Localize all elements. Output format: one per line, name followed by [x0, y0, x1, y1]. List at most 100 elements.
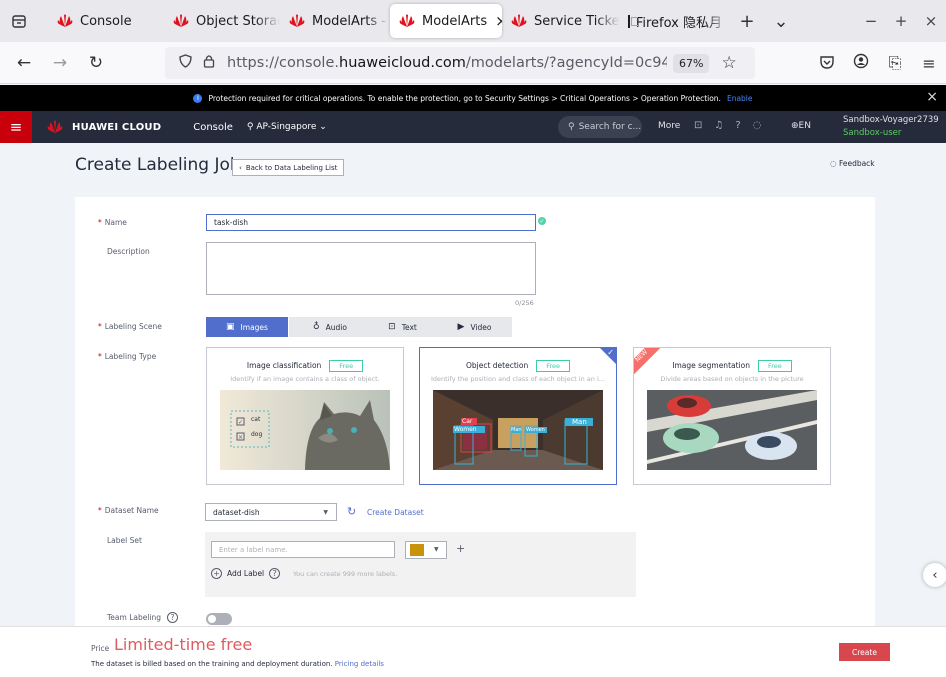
label-name-input[interactable]: Enter a label name.	[211, 541, 395, 558]
service-list-menu-icon[interactable]: ≡	[0, 111, 32, 143]
label-color-picker[interactable]: ▼	[405, 541, 447, 559]
bookmark-star-icon[interactable]: ☆	[721, 53, 736, 73]
forward-arrow-icon[interactable]: →	[42, 53, 78, 73]
service-ticket-icon[interactable]: ◌	[753, 120, 762, 131]
notification-bell-icon[interactable]: ♫	[714, 120, 723, 131]
security-banner: i Protection required for critical opera…	[0, 85, 946, 111]
refresh-icon[interactable]: ↻	[347, 505, 356, 518]
hamburger-menu-icon[interactable]: ≡	[912, 54, 946, 73]
browser-tab-console[interactable]: Console	[48, 4, 164, 38]
add-label-button[interactable]: + Add Label ?	[211, 568, 285, 579]
checkmark-icon: ✓	[607, 348, 614, 357]
tab-manager-icon[interactable]	[0, 0, 38, 42]
region-selector[interactable]: ⚲ AP-Singapore ⌄	[247, 122, 327, 132]
help-icon[interactable]: ?	[269, 568, 281, 579]
enable-protection-link[interactable]: Enable	[727, 94, 753, 103]
feedback-link[interactable]: ◌ Feedback	[830, 159, 875, 168]
more-menu[interactable]: More	[658, 121, 680, 131]
name-input[interactable]: task-dish	[206, 214, 536, 231]
type-card-image-segmentation[interactable]: NEW Image segmentation Free Divide areas …	[633, 347, 831, 485]
maximize-icon[interactable]: +	[886, 12, 916, 30]
huawei-logo-icon	[57, 14, 73, 27]
minimize-icon[interactable]: −	[856, 12, 886, 30]
description-textarea[interactable]	[206, 242, 536, 295]
user-account[interactable]: Sandbox-Voyager2739 Sandbox-user	[843, 114, 939, 140]
dataset-name-label: * Dataset Name	[98, 506, 159, 515]
dataset-select[interactable]: dataset-dish ▼	[205, 503, 337, 521]
tab-label: ModelArts	[422, 13, 488, 29]
add-label-hint: You can create 999 more labels.	[293, 570, 398, 578]
new-tab-button[interactable]: +	[730, 11, 764, 32]
sample-tag-man: Man	[572, 418, 587, 426]
page-title: Create Labeling Job	[75, 155, 241, 175]
extensions-icon[interactable]: ⎘	[878, 53, 912, 73]
url-bar[interactable]: https://console.huaweicloud.com/modelart…	[165, 47, 755, 79]
pricing-details-link[interactable]: Pricing details	[335, 660, 384, 668]
search-icon: ⚲	[568, 122, 575, 132]
back-arrow-icon[interactable]: ←	[6, 53, 42, 73]
play-icon: ▶	[457, 322, 465, 332]
account-icon[interactable]	[844, 53, 878, 73]
tab-list-dropdown[interactable]: ⌄	[764, 11, 798, 32]
form-card: * Name task-dish ✓ Description 0/256 * Lab…	[75, 197, 875, 627]
pocket-icon[interactable]	[810, 54, 844, 73]
console-link[interactable]: Console	[193, 122, 233, 133]
huawei-logo-icon	[511, 14, 527, 27]
huawei-logo-icon	[47, 120, 63, 133]
type-description: Divide areas based on objects in the pic…	[660, 375, 804, 383]
tab-close-icon[interactable]: ×	[495, 12, 502, 30]
side-panel-toggle[interactable]: ‹	[923, 563, 946, 587]
help-icon[interactable]: ?	[167, 612, 179, 623]
console-header: ≡ HUAWEI CLOUD Console ⚲ AP-Singapore ⌄ …	[0, 111, 946, 143]
description-counter: 0/256	[515, 299, 534, 307]
huawei-cloud-logo[interactable]: HUAWEI CLOUD	[46, 120, 161, 134]
banner-text: Protection required for critical operati…	[208, 93, 721, 103]
create-button[interactable]: Create	[839, 643, 890, 661]
free-badge: Free	[329, 360, 364, 372]
labeling-scene-label: * Labeling Scene	[98, 322, 162, 331]
svg-text:×: ×	[238, 434, 243, 441]
team-labeling-label: Team Labeling ?	[107, 612, 183, 623]
scene-tab-video[interactable]: ▶ Video	[437, 317, 512, 337]
browser-tab-service-ticket[interactable]: Service Ticke	[502, 4, 620, 38]
tab-label: Console	[80, 13, 132, 29]
text-icon: ⊡	[388, 322, 396, 332]
header-search[interactable]: ⚲ Search for c...	[558, 116, 642, 138]
cars-sample-image	[647, 390, 817, 470]
browser-tab-modelarts-active[interactable]: ModelArts ×	[390, 4, 502, 38]
lock-icon[interactable]	[197, 54, 221, 72]
browser-tab-object-storage[interactable]: Object Storag	[164, 4, 280, 38]
valid-check-icon: ✓	[538, 217, 546, 225]
scene-tab-images[interactable]: ▣ Images	[206, 317, 288, 337]
language-selector[interactable]: ⊕EN	[791, 121, 811, 131]
color-swatch	[410, 544, 424, 556]
chevron-down-icon: ▼	[323, 508, 328, 516]
console-terminal-icon[interactable]: ⊡	[694, 120, 702, 131]
back-to-list-button[interactable]: ‹ Back to Data Labeling List	[232, 159, 345, 176]
browser-tab-modelarts-1[interactable]: ModelArts - (	[280, 4, 390, 38]
description-label: Description	[107, 247, 150, 256]
reload-icon[interactable]: ↻	[78, 53, 114, 73]
image-icon: ▣	[226, 322, 235, 332]
banner-close-icon[interactable]: ×	[926, 89, 938, 105]
cat-sample-image: ✓ × cat dog	[220, 390, 390, 470]
help-icon[interactable]: ?	[735, 120, 740, 131]
shield-icon[interactable]	[173, 54, 197, 72]
scene-tab-text[interactable]: ⊡ Text	[365, 317, 440, 337]
type-card-object-detection[interactable]: Object detection Free Identify the positi…	[419, 347, 617, 485]
close-window-icon[interactable]: ×	[916, 12, 946, 30]
sample-tag-cat: cat	[251, 416, 261, 423]
type-card-image-classification[interactable]: Image classification Free Identify if an …	[206, 347, 404, 485]
create-dataset-link[interactable]: Create Dataset	[367, 508, 424, 517]
label-set-label: Label Set	[107, 536, 142, 545]
scene-tab-audio[interactable]: ♁ Audio	[289, 317, 371, 337]
browser-tab-firefox-privacy[interactable]: Firefox 隐私月	[620, 4, 730, 38]
free-badge: Free	[536, 360, 571, 372]
street-sample-image: Car Women Man Women Man	[433, 390, 603, 470]
url-text: https://console.huaweicloud.com/modelart…	[227, 55, 667, 71]
zoom-level-badge[interactable]: 67%	[673, 53, 710, 73]
team-labeling-toggle[interactable]	[206, 613, 232, 625]
free-badge: Free	[757, 360, 792, 372]
huawei-logo-icon	[399, 14, 415, 27]
add-attribute-plus-icon[interactable]: +	[456, 542, 465, 555]
